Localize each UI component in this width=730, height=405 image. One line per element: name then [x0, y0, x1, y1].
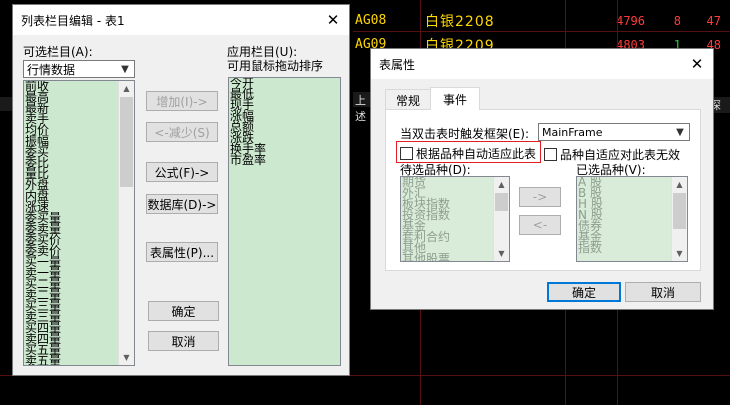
drag-hint: 可用鼠标拖动排序 [227, 59, 324, 73]
close-icon[interactable]: ✕ [687, 54, 707, 74]
list-item[interactable]: 指数 [578, 242, 671, 254]
frame-select[interactable]: MainFrame ▼ [538, 123, 690, 141]
frame-value: MainFrame [542, 125, 603, 139]
column-editor-titlebar[interactable]: 列表栏目编辑 - 表1 ✕ [13, 5, 349, 35]
quote-tail: 47 [706, 13, 721, 28]
scroll-thumb[interactable] [673, 193, 686, 229]
table-properties-titlebar[interactable]: 表属性 ✕ [371, 49, 713, 79]
scroll-up-icon[interactable]: ▲ [672, 177, 687, 192]
auto-adapt-checkbox[interactable]: 根据品种自动适应此表 [400, 145, 536, 162]
scroll-up-icon[interactable]: ▲ [119, 81, 134, 96]
list-item[interactable]: 市盈率 [230, 154, 338, 166]
quote-row[interactable]: AG08 白银2208 4796 8 47 [353, 10, 730, 31]
database-button[interactable]: 数据库(D)-> [146, 194, 218, 214]
available-columns-label: 可选栏目(A): [23, 45, 93, 59]
scroll-thumb[interactable] [495, 193, 508, 211]
move-right-button[interactable]: -> [519, 187, 561, 207]
tab-general[interactable]: 常规 [385, 89, 431, 110]
auto-adapt-label: 根据品种自动适应此表 [416, 147, 537, 161]
applied-columns-list[interactable]: 今开 最低 现手 涨幅 总额 涨跌 换手率 市盈率 [228, 77, 341, 366]
scroll-down-icon[interactable]: ▼ [494, 246, 509, 261]
quote-price: 4796 [616, 13, 645, 28]
dialog-title: 列表栏目编辑 - 表1 [21, 13, 125, 28]
available-scrollbar[interactable]: ▲ ▼ [118, 81, 134, 365]
cancel-button[interactable]: 取消 [625, 282, 701, 302]
selected-scrollbar[interactable]: ▲ ▼ [671, 177, 687, 261]
ok-button[interactable]: 确定 [148, 301, 219, 321]
category-select[interactable]: 行情数据 ▼ [23, 60, 135, 78]
grid-line [353, 31, 730, 32]
quote-code: AG08 [355, 13, 387, 28]
pending-scrollbar[interactable]: ▲ ▼ [493, 177, 509, 261]
scroll-thumb[interactable] [120, 97, 133, 187]
category-value: 行情数据 [27, 62, 76, 77]
scroll-down-icon[interactable]: ▼ [672, 246, 687, 261]
table-properties-dialog: 表属性 ✕ 常规 事件 当双击表时触发框架(E): MainFrame ▼ 根据… [370, 48, 714, 310]
column-editor-dialog: 列表栏目编辑 - 表1 ✕ 可选栏目(A): 行情数据 ▼ 前收 最高 最新 卖手 均价… [12, 4, 350, 376]
chevron-down-icon[interactable]: ▼ [118, 61, 132, 77]
add-column-button[interactable]: 增加(I)-> [146, 91, 218, 111]
scroll-down-icon[interactable]: ▼ [119, 350, 134, 365]
events-panel: 当双击表时触发框架(E): MainFrame ▼ 根据品种自动适应此表 品种自… [385, 109, 701, 271]
bg-strip-left [0, 97, 12, 111]
list-item[interactable]: 其他股票 [402, 253, 493, 261]
chevron-down-icon[interactable]: ▼ [673, 124, 687, 140]
remove-column-button[interactable]: <-减少(S) [146, 122, 218, 142]
cancel-button[interactable]: 取消 [148, 331, 219, 351]
quote-name: 白银2208 [425, 13, 495, 30]
table-properties-button[interactable]: 表属性(P)... [146, 242, 218, 262]
checkbox-box[interactable] [400, 147, 413, 160]
formula-button[interactable]: 公式(F)-> [146, 162, 218, 182]
checkbox-box[interactable] [544, 148, 557, 161]
ok-button[interactable]: 确定 [547, 282, 621, 302]
dblclick-frame-label: 当双击表时触发框架(E): [400, 127, 529, 141]
pending-varieties-list[interactable]: 期货 外汇 板块指数 投资指数 基金 套利合约 其他 其他股票 ▲ ▼ [400, 176, 510, 262]
dialog-title: 表属性 [379, 57, 416, 72]
close-icon[interactable]: ✕ [323, 10, 343, 30]
quote-change: 8 [673, 13, 681, 28]
tab-events[interactable]: 事件 [430, 87, 480, 110]
selected-varieties-list[interactable]: A 股B 股H 股N 股债券 基金 指数 ▲ ▼ [576, 176, 688, 262]
available-columns-list[interactable]: 前收 最高 最新 卖手 均价 振幅 委买 委比 量比 外盘 内盘 涨速 委买量 委卖量 委买价 委卖价 买一量卖… [23, 80, 135, 366]
move-left-button[interactable]: <- [519, 215, 561, 235]
scroll-up-icon[interactable]: ▲ [494, 177, 509, 192]
